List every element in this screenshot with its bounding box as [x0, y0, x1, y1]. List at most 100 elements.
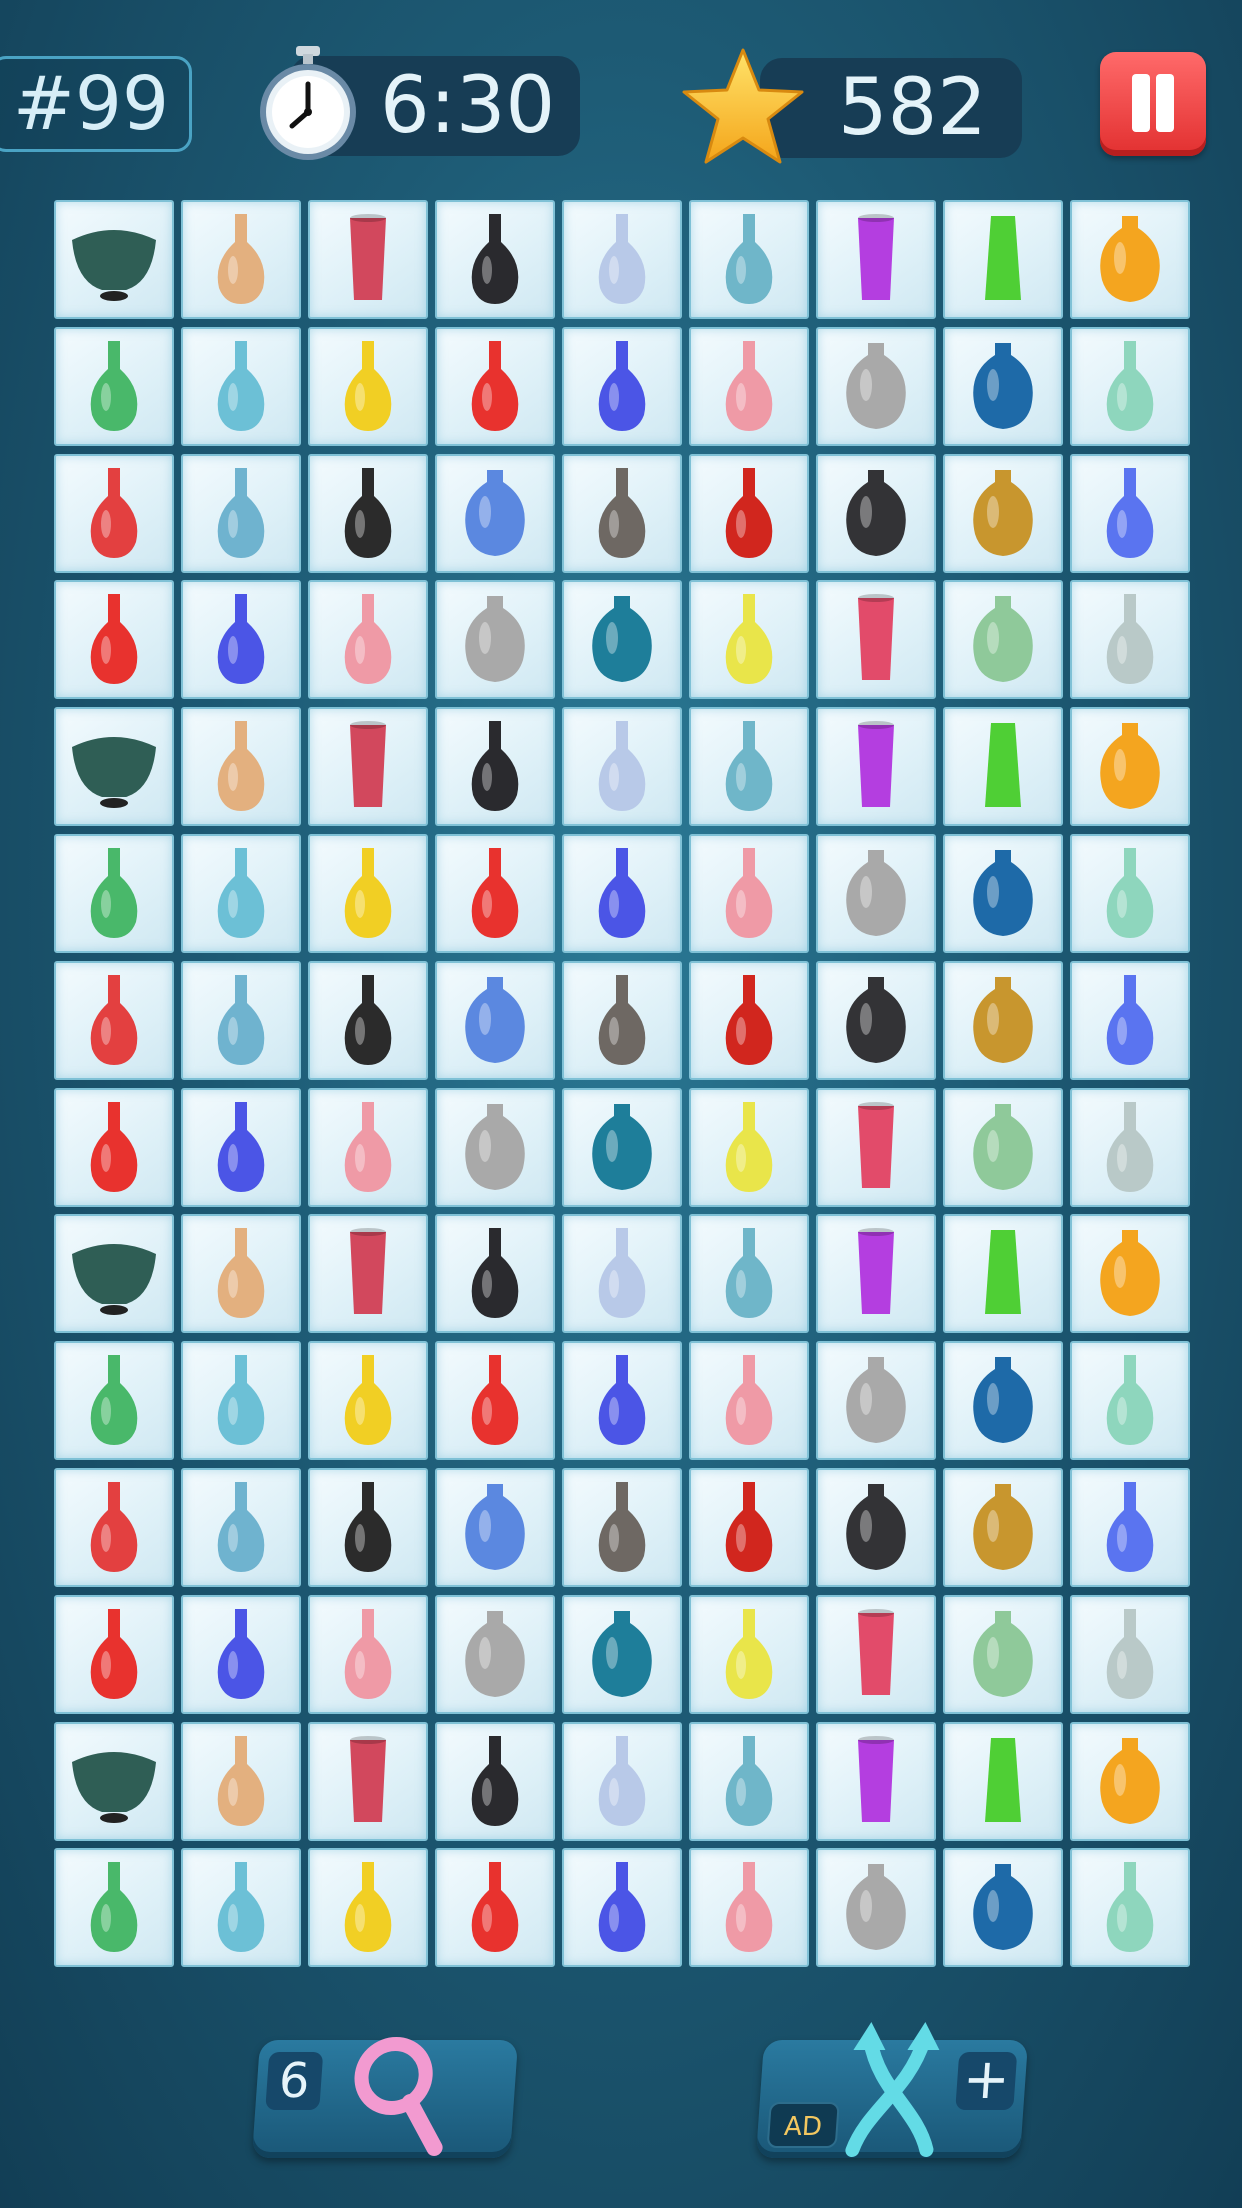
tile-blue-spiral-vase[interactable]: [181, 580, 301, 699]
tile-grey-bud-vase[interactable]: [562, 454, 682, 573]
tile-black-twist-vase[interactable]: [308, 454, 428, 573]
tile-red-ruffle-vase[interactable]: [54, 961, 174, 1080]
tile-gold-mesh-vase[interactable]: [943, 454, 1063, 573]
tile-purple-slim-vase[interactable]: [816, 1722, 936, 1841]
tile-blue-lattice-vase[interactable]: [181, 1848, 301, 1967]
tile-pink-slim-vase[interactable]: [816, 580, 936, 699]
tile-red-tall-vase[interactable]: [689, 1468, 809, 1587]
tile-silver-mesh-vase[interactable]: [816, 834, 936, 953]
tile-black-white-vase[interactable]: [435, 200, 555, 319]
tile-black-twist-vase[interactable]: [308, 1468, 428, 1587]
tile-black-mesh-vase[interactable]: [816, 454, 936, 573]
tile-black-white-vase[interactable]: [435, 707, 555, 826]
tile-black-twist-vase[interactable]: [308, 961, 428, 1080]
tile-gold-mesh-vase[interactable]: [943, 1468, 1063, 1587]
tile-silver-mesh-vase[interactable]: [435, 1088, 555, 1207]
tile-yellow-spiral-vase[interactable]: [689, 1595, 809, 1714]
tile-orange-round-vase[interactable]: [1070, 1722, 1190, 1841]
tile-blue-fluted-vase[interactable]: [181, 961, 301, 1080]
tile-silver-mesh-vase[interactable]: [816, 1848, 936, 1967]
tile-blue-fluted-vase[interactable]: [181, 1468, 301, 1587]
tile-mint-pedestal-vase[interactable]: [1070, 327, 1190, 446]
tile-red-tall-vase[interactable]: [689, 961, 809, 1080]
tile-mint-pedestal-vase[interactable]: [1070, 1848, 1190, 1967]
tile-red-glass-vase[interactable]: [54, 1088, 174, 1207]
tile-blue-lattice-vase[interactable]: [181, 1341, 301, 1460]
tile-silver-mesh-vase[interactable]: [816, 327, 936, 446]
tile-blue-slim-bud-vase[interactable]: [1070, 961, 1190, 1080]
tile-light-blue-hex-vase[interactable]: [562, 200, 682, 319]
tile-silver-abstract-vase[interactable]: [1070, 580, 1190, 699]
tile-blue-fluted-vase[interactable]: [181, 454, 301, 573]
tile-green-celadon-vase[interactable]: [943, 1088, 1063, 1207]
tile-red-glass-vase[interactable]: [435, 327, 555, 446]
hint-button[interactable]: 6: [251, 2037, 519, 2158]
tile-green-twisted-vase[interactable]: [54, 1341, 174, 1460]
tile-black-white-vase[interactable]: [435, 1214, 555, 1333]
tile-teal-bud-vase[interactable]: [689, 707, 809, 826]
tile-red-glass-vase[interactable]: [435, 1341, 555, 1460]
tile-blue-spiral-vase[interactable]: [181, 1088, 301, 1207]
tile-silver-mesh-vase[interactable]: [435, 580, 555, 699]
tile-silver-mesh-vase[interactable]: [435, 1595, 555, 1714]
tile-teal-bud-vase[interactable]: [689, 1214, 809, 1333]
tile-red-ruffle-vase[interactable]: [54, 454, 174, 573]
tile-pink-vase[interactable]: [689, 327, 809, 446]
tile-silver-mesh-vase[interactable]: [816, 1341, 936, 1460]
tile-teal-ombre-vase[interactable]: [562, 580, 682, 699]
tile-blue-spiral-vase[interactable]: [562, 1848, 682, 1967]
tile-purple-slim-vase[interactable]: [816, 200, 936, 319]
tile-green-vase[interactable]: [943, 200, 1063, 319]
tile-pink-vase[interactable]: [308, 1088, 428, 1207]
tile-blue-ombre-vase[interactable]: [943, 327, 1063, 446]
tile-tan-bottle[interactable]: [181, 200, 301, 319]
tile-light-blue-hex-vase[interactable]: [562, 1722, 682, 1841]
tile-orange-round-vase[interactable]: [1070, 200, 1190, 319]
tile-green-twisted-vase[interactable]: [54, 834, 174, 953]
tile-black-mesh-vase[interactable]: [816, 1468, 936, 1587]
tile-green-twisted-vase[interactable]: [54, 327, 174, 446]
tile-dark-green-bowl[interactable]: [54, 1722, 174, 1841]
tile-pink-vase[interactable]: [308, 580, 428, 699]
tile-grey-bud-vase[interactable]: [562, 1468, 682, 1587]
tile-blue-spiral-vase[interactable]: [562, 834, 682, 953]
tile-blue-lattice-vase[interactable]: [181, 834, 301, 953]
tile-blue-ombre-vase[interactable]: [943, 834, 1063, 953]
tile-black-mesh-vase[interactable]: [816, 961, 936, 1080]
tile-yellow-spiral-vase[interactable]: [689, 580, 809, 699]
tile-mint-pedestal-vase[interactable]: [1070, 1341, 1190, 1460]
tile-silver-abstract-vase[interactable]: [1070, 1595, 1190, 1714]
tile-black-white-vase[interactable]: [435, 1722, 555, 1841]
tile-red-glass-vase[interactable]: [54, 580, 174, 699]
tile-orange-round-vase[interactable]: [1070, 707, 1190, 826]
tile-teal-bud-vase[interactable]: [689, 1722, 809, 1841]
tile-pink-vase[interactable]: [689, 1341, 809, 1460]
tile-red-square-vase[interactable]: [308, 1214, 428, 1333]
tile-dark-green-bowl[interactable]: [54, 200, 174, 319]
tile-dark-green-bowl[interactable]: [54, 707, 174, 826]
tile-gold-mesh-vase[interactable]: [943, 961, 1063, 1080]
tile-blue-slim-bud-vase[interactable]: [1070, 454, 1190, 573]
tile-yellow-gradient-vase[interactable]: [308, 1341, 428, 1460]
tile-blue-slim-bud-vase[interactable]: [1070, 1468, 1190, 1587]
tile-blue-ombre-vase[interactable]: [943, 1848, 1063, 1967]
tile-pink-vase[interactable]: [689, 834, 809, 953]
tile-light-blue-hex-vase[interactable]: [562, 1214, 682, 1333]
tile-red-tall-vase[interactable]: [689, 454, 809, 573]
tile-yellow-gradient-vase[interactable]: [308, 1848, 428, 1967]
tile-red-square-vase[interactable]: [308, 1722, 428, 1841]
tile-tan-bottle[interactable]: [181, 1722, 301, 1841]
tile-red-square-vase[interactable]: [308, 707, 428, 826]
tile-pink-slim-vase[interactable]: [816, 1088, 936, 1207]
shuffle-button[interactable]: AD +: [755, 2022, 1029, 2158]
tile-green-celadon-vase[interactable]: [943, 580, 1063, 699]
tile-pink-slim-vase[interactable]: [816, 1595, 936, 1714]
tile-light-blue-hex-vase[interactable]: [562, 707, 682, 826]
tile-pink-vase[interactable]: [689, 1848, 809, 1967]
tile-red-glass-vase[interactable]: [435, 834, 555, 953]
tile-red-glass-vase[interactable]: [54, 1595, 174, 1714]
tile-purple-slim-vase[interactable]: [816, 707, 936, 826]
tile-green-celadon-vase[interactable]: [943, 1595, 1063, 1714]
tile-purple-slim-vase[interactable]: [816, 1214, 936, 1333]
tile-tan-bottle[interactable]: [181, 1214, 301, 1333]
